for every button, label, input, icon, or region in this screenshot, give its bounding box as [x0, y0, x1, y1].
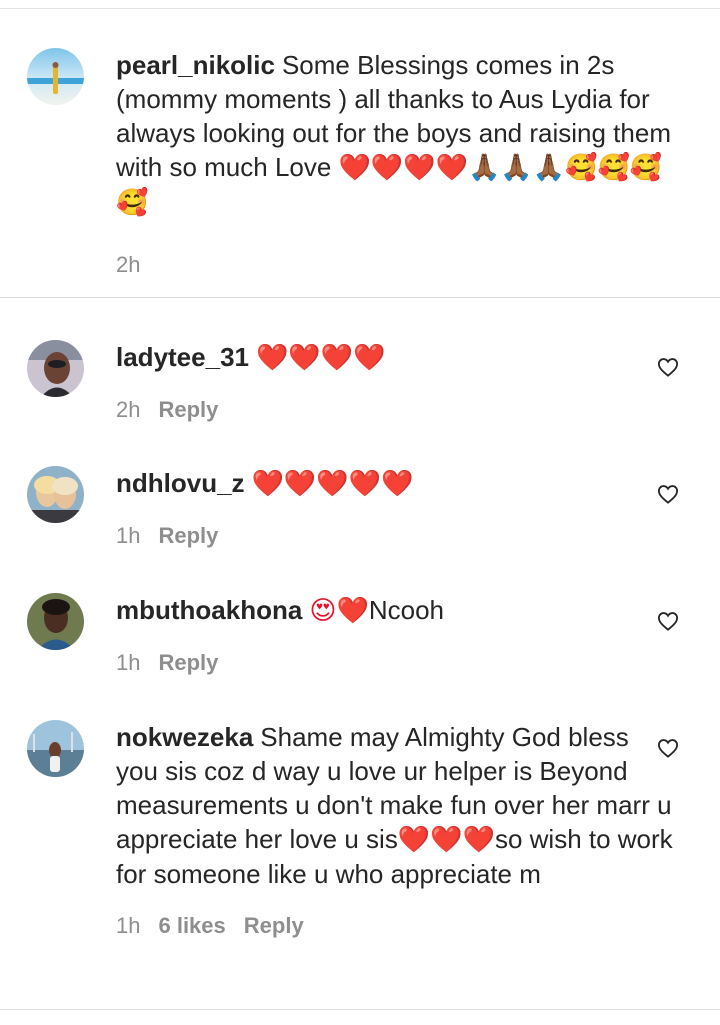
avatar[interactable] — [27, 340, 84, 397]
comment-timestamp: 1h — [116, 650, 141, 675]
comment-meta: 1h 6 likes Reply — [116, 911, 676, 941]
heart-outline-icon[interactable] — [657, 484, 679, 504]
comment-username[interactable]: ndhlovu_z — [116, 468, 245, 498]
comment-text: ndhlovu_z ❤️❤️❤️❤️❤️ — [116, 466, 676, 501]
comment-username[interactable]: nokwezeka — [116, 722, 253, 752]
comment-meta: 2h Reply — [116, 395, 676, 425]
comment-timestamp: 2h — [116, 397, 141, 422]
comment-emoji: ❤️❤️❤️ — [397, 825, 495, 855]
comment-body: Ncooh — [368, 595, 444, 625]
heart-outline-icon[interactable] — [657, 738, 679, 758]
reply-button[interactable]: Reply — [158, 397, 218, 422]
comment-username[interactable]: ladytee_31 — [116, 342, 249, 372]
comment-emoji: 😍❤️ — [309, 596, 369, 626]
comment-emoji: ❤️❤️❤️❤️ — [255, 343, 386, 373]
comment-timestamp: 1h — [116, 913, 141, 938]
avatar[interactable] — [27, 466, 84, 523]
comment-text: nokwezeka Shame may Almighty God bless yo… — [116, 720, 676, 891]
avatar[interactable] — [27, 593, 84, 650]
comment-username[interactable]: mbuthoakhona — [116, 595, 302, 625]
caption-username[interactable]: pearl_nikolic — [116, 50, 275, 80]
caption-timestamp: 2h — [116, 252, 141, 277]
comment-emoji: ❤️❤️❤️❤️❤️ — [251, 469, 414, 499]
heart-outline-icon[interactable] — [657, 611, 679, 631]
comment-text: mbuthoakhona 😍❤️Ncooh — [116, 593, 676, 628]
comment-text: ladytee_31 ❤️❤️❤️❤️ — [116, 340, 676, 375]
comment-timestamp: 1h — [116, 523, 141, 548]
avatar[interactable] — [27, 48, 84, 105]
bottom-border — [0, 1009, 720, 1010]
reply-button[interactable]: Reply — [158, 650, 218, 675]
caption-divider — [0, 297, 720, 298]
heart-outline-icon[interactable] — [657, 357, 679, 377]
comment-meta: 1h Reply — [116, 648, 676, 678]
avatar[interactable] — [27, 720, 84, 777]
reply-button[interactable]: Reply — [244, 913, 304, 938]
top-border — [0, 8, 720, 9]
caption-text: pearl_nikolic Some Blessings comes in 2s … — [116, 48, 676, 220]
likes-count[interactable]: 6 likes — [158, 913, 225, 938]
comment-meta: 1h Reply — [116, 521, 676, 551]
caption-meta: 2h — [116, 250, 676, 280]
reply-button[interactable]: Reply — [158, 523, 218, 548]
